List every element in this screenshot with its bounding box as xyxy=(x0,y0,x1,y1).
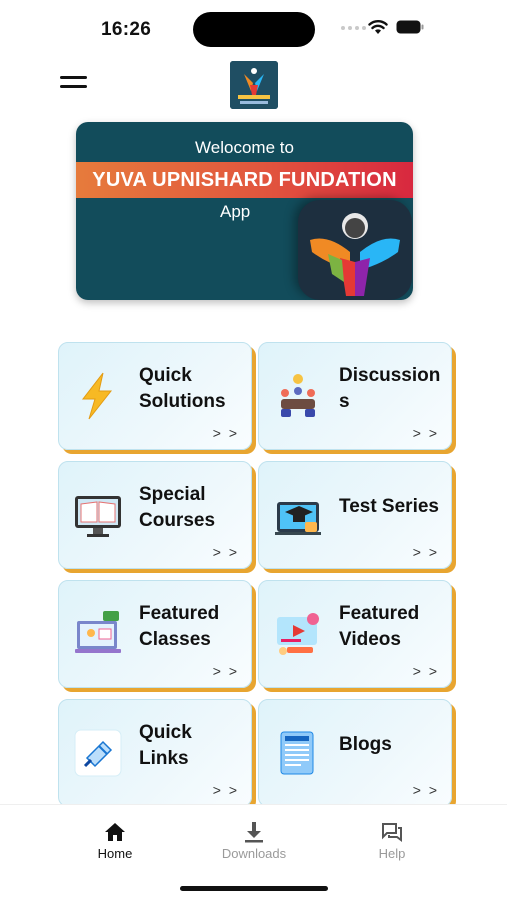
banner-welcome-text: Welocome to xyxy=(195,138,294,157)
card-label-line2: Videos xyxy=(339,629,401,650)
banner-app-text: App xyxy=(220,202,251,221)
banner-title: YUVA UPNISHARD FUNDATION xyxy=(76,162,413,198)
card-label-line2: Courses xyxy=(139,510,216,531)
courses-icon xyxy=(75,496,121,537)
blogs-card[interactable]: Blogs > > xyxy=(258,699,452,807)
test-series-card[interactable]: Test Series > > xyxy=(258,461,452,569)
card-label-line1: Featured xyxy=(339,603,420,624)
yuva-app-icon xyxy=(310,213,400,296)
app-logo xyxy=(230,61,278,109)
signal-icon xyxy=(341,26,366,30)
tab-downloads-label: Downloads xyxy=(221,846,287,861)
hamburger-icon xyxy=(60,76,87,79)
card-label-line1: Featured xyxy=(139,603,220,624)
battery-icon xyxy=(396,20,424,34)
card-label-line1: Discussion xyxy=(339,365,441,386)
discussion-icon xyxy=(281,374,315,417)
tab-home[interactable]: Home xyxy=(60,821,170,861)
wifi-icon xyxy=(368,20,388,34)
card-label-line2: Solutions xyxy=(139,391,226,412)
chevron-right-icon: > > xyxy=(212,544,239,560)
dynamic-island xyxy=(193,12,315,47)
card-label-line1: Blogs xyxy=(339,734,392,755)
chevron-right-icon: > > xyxy=(412,425,439,441)
tab-home-label: Home xyxy=(97,846,133,861)
chevron-right-icon: > > xyxy=(412,782,439,798)
tab-downloads[interactable]: Downloads xyxy=(199,821,309,861)
download-icon xyxy=(245,822,263,843)
card-label-line1: Test Series xyxy=(339,496,439,517)
special-courses-card[interactable]: Special Courses > > xyxy=(58,461,252,569)
featured-videos-card[interactable]: Featured Videos > > xyxy=(258,580,452,688)
card-label-line2: Links xyxy=(139,748,189,769)
app-icon xyxy=(298,200,412,300)
welcome-banner[interactable]: Welocome to YUVA UPNISHARD FUNDATION App xyxy=(76,122,413,300)
chevron-right-icon: > > xyxy=(212,425,239,441)
test-series-icon xyxy=(275,502,321,535)
home-icon xyxy=(105,823,125,841)
card-label-line2: s xyxy=(339,391,350,412)
lightning-icon xyxy=(81,372,113,420)
quick-links-card[interactable]: Quick Links > > xyxy=(58,699,252,807)
tab-help-label: Help xyxy=(378,846,406,861)
discussions-card[interactable]: Discussion s > > xyxy=(258,342,452,450)
status-time: 16:26 xyxy=(101,19,152,40)
home-indicator[interactable] xyxy=(180,886,328,891)
links-icon xyxy=(74,729,122,777)
chevron-right-icon: > > xyxy=(412,663,439,679)
card-label-line1: Special xyxy=(139,484,206,505)
chevron-right-icon: > > xyxy=(212,782,239,798)
chevron-right-icon: > > xyxy=(212,663,239,679)
card-label-line2: Classes xyxy=(139,629,211,650)
card-label-line1: Quick xyxy=(139,722,192,743)
chevron-right-icon: > > xyxy=(412,544,439,560)
quick-solutions-card[interactable]: Quick Solutions > > xyxy=(58,342,252,450)
classes-icon xyxy=(75,611,121,653)
blog-icon xyxy=(280,731,314,775)
status-bar: 16:26 xyxy=(0,0,507,56)
tab-help[interactable]: Help xyxy=(337,821,447,861)
yuva-logo xyxy=(230,61,278,109)
card-label-line1: Quick xyxy=(139,365,192,386)
menu-button[interactable] xyxy=(60,76,88,94)
videos-icon xyxy=(277,613,319,655)
help-chat-icon xyxy=(382,823,402,842)
featured-classes-card[interactable]: Featured Classes > > xyxy=(58,580,252,688)
